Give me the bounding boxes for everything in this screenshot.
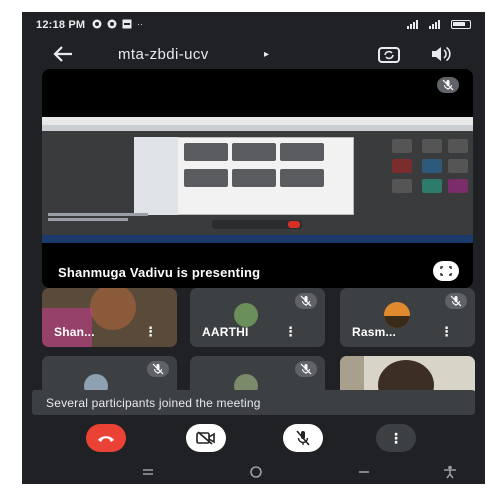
signal-icon [429, 20, 440, 29]
shared-thumb [232, 169, 276, 187]
participant-mute-indicator [295, 293, 317, 309]
main-mute-indicator [437, 77, 459, 93]
shared-participant-thumb [422, 179, 442, 193]
battery-icon [451, 19, 471, 29]
shared-browser-bar [42, 117, 473, 125]
shared-thumb [280, 143, 324, 161]
more-vert-icon[interactable]: ⋮ [144, 324, 157, 340]
shared-text-line [48, 218, 128, 221]
shared-participant-thumb [392, 179, 412, 193]
mic-off-icon [295, 293, 317, 309]
participant-tile[interactable]: Shan... ⋮ [42, 288, 177, 347]
participant-mute-indicator [445, 293, 467, 309]
toast-message: Several participants joined the meeting [46, 396, 261, 410]
shared-text-line [48, 213, 148, 216]
shared-participant-thumb [392, 139, 412, 153]
accessibility-icon[interactable] [442, 465, 458, 479]
more-vert-icon[interactable]: ⋮ [284, 324, 297, 340]
toast-notification: Several participants joined the meeting [32, 390, 475, 415]
more-vert-icon[interactable]: ⋮ [440, 324, 453, 340]
more-vert-icon: ⋮ [389, 429, 403, 446]
mic-off-icon [296, 430, 310, 446]
shared-toolbar [42, 125, 473, 131]
chevron-right-icon[interactable]: ▸ [264, 49, 269, 60]
fullscreen-button[interactable] [433, 261, 459, 281]
recent-apps-icon[interactable] [140, 465, 156, 479]
shared-end-call [288, 221, 300, 228]
shared-screen-content [42, 117, 473, 243]
fullscreen-icon [440, 266, 452, 276]
shared-participant-thumb [422, 159, 442, 173]
status-icons: ·· [92, 19, 143, 29]
shared-thumb [184, 169, 228, 187]
video-off-icon [196, 431, 215, 445]
mic-off-icon [147, 361, 169, 377]
back-arrow-icon[interactable] [52, 42, 74, 66]
presenting-label: Shanmuga Vadivu is presenting [58, 265, 261, 280]
end-call-icon [98, 436, 114, 442]
meeting-code[interactable]: mta-zbdi-ucv [118, 46, 209, 63]
signal-icon [407, 20, 418, 29]
gallery-icon [122, 19, 132, 29]
participant-name: AARTHI [202, 325, 249, 339]
notification-icon [92, 19, 102, 29]
shared-thumb [184, 143, 228, 161]
back-nav-icon[interactable] [356, 465, 372, 479]
speaker-icon[interactable] [430, 44, 452, 64]
participant-tile[interactable]: AARTHI ⋮ [190, 288, 325, 347]
shared-participant-thumb [448, 179, 468, 193]
participant-name: Shan... [54, 325, 95, 339]
more-notifications-icon: ·· [137, 19, 143, 29]
status-right [407, 19, 471, 29]
participant-name: Rasm... [352, 325, 397, 339]
mic-off-icon [445, 293, 467, 309]
presentation-tile[interactable]: Shanmuga Vadivu is presenting [42, 69, 473, 288]
shared-participant-thumb [448, 139, 468, 153]
switch-camera-icon[interactable] [377, 44, 401, 64]
notification-icon [107, 19, 117, 29]
shared-participant-thumb [448, 159, 468, 173]
shared-thumb [232, 143, 276, 161]
more-options-button[interactable]: ⋮ [376, 424, 416, 452]
status-bar: 12:18 PM ·· [22, 12, 485, 38]
participant-video [90, 288, 136, 330]
system-nav-bar [22, 462, 485, 484]
participant-mute-indicator [295, 361, 317, 377]
mic-off-icon [437, 77, 459, 93]
toggle-video-button[interactable] [186, 424, 226, 452]
status-time: 12:18 PM [36, 19, 86, 31]
shared-dialog-sidebar [134, 137, 178, 215]
shared-thumb [280, 169, 324, 187]
participant-mute-indicator [147, 361, 169, 377]
phone-screen: 12:18 PM ·· mta-zbdi-ucv ▸ Shanmuga Vadi… [22, 12, 485, 484]
mic-off-icon [295, 361, 317, 377]
participant-tile[interactable]: Rasm... ⋮ [340, 288, 475, 347]
shared-taskbar [42, 235, 473, 243]
end-call-button[interactable] [86, 424, 126, 452]
toggle-mic-button[interactable] [283, 424, 323, 452]
shared-participant-thumb [422, 139, 442, 153]
home-icon[interactable] [248, 465, 264, 479]
shared-participant-thumb [392, 159, 412, 173]
avatar [234, 303, 258, 327]
